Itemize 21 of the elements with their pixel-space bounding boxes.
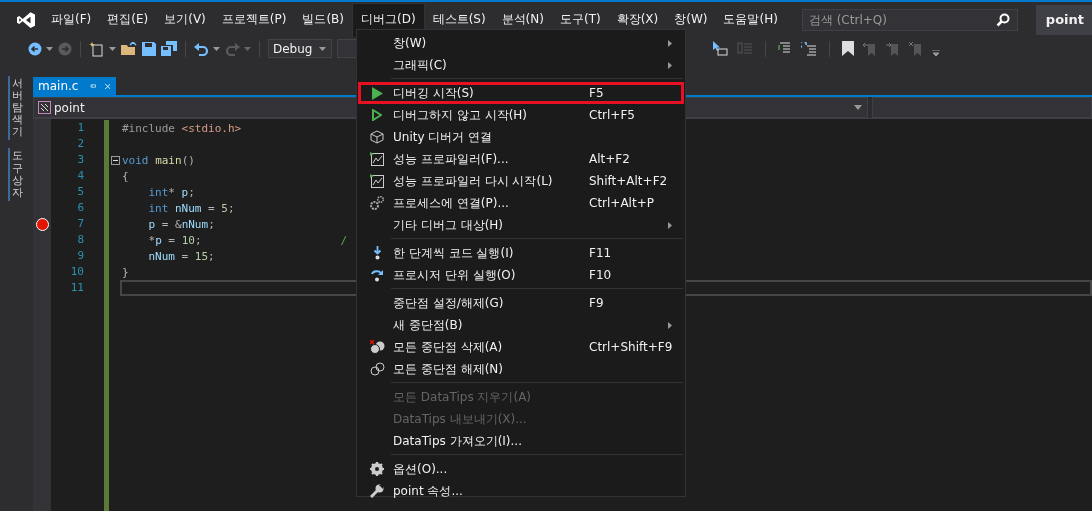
line-number: 4 (76, 168, 84, 184)
window-title: point (1035, 4, 1092, 35)
code-line: int nNum = 5; (147, 201, 235, 215)
line-number: 2 (76, 136, 84, 152)
line-number: 10 (69, 264, 84, 280)
line-number: 6 (76, 200, 84, 216)
code-line: void main() (122, 153, 195, 167)
code-line: } (122, 265, 129, 279)
line-number: 9 (76, 248, 84, 264)
code-line: p = &nNum; (147, 217, 215, 231)
code-line: { (122, 169, 129, 183)
code-line: #include <stdio.h> (122, 121, 242, 135)
code-line: *p = 10; / (147, 233, 348, 247)
line-number: 11 (69, 280, 84, 296)
line-number: 7 (76, 216, 84, 232)
line-number: 5 (76, 184, 84, 200)
code-line: int* p; (147, 185, 195, 199)
line-number: 3 (76, 152, 84, 168)
line-number: 8 (76, 232, 84, 248)
line-number: 1 (76, 120, 84, 136)
code-line: nNum = 15; (147, 249, 215, 263)
